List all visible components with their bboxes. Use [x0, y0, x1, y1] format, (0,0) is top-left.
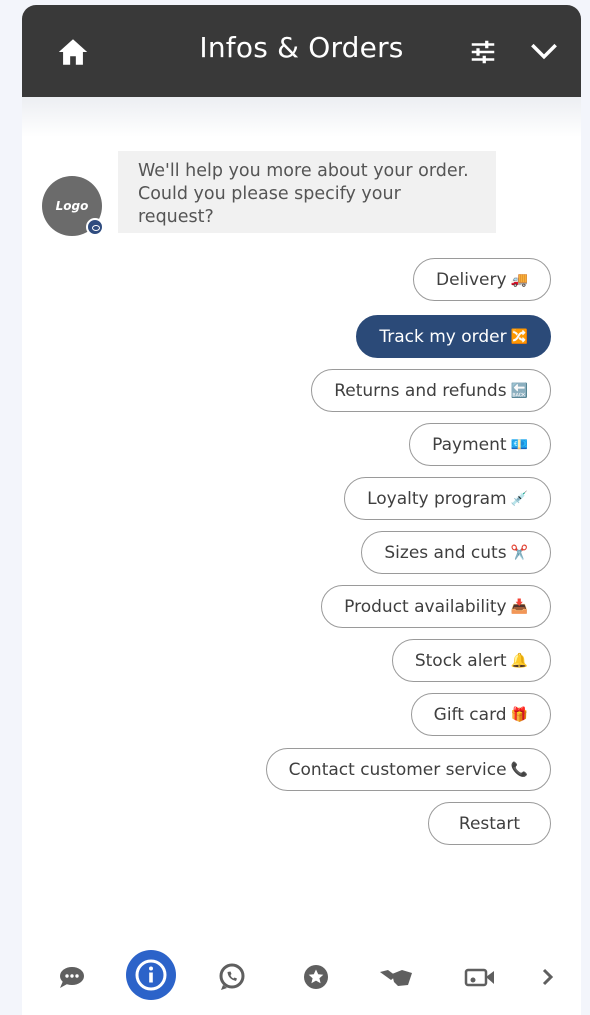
bell-icon: 🔔 — [510, 652, 528, 669]
chevron-down-icon[interactable] — [530, 41, 558, 61]
truck-icon: 🚚 — [510, 271, 528, 288]
gift-icon: 🎁 — [510, 706, 528, 723]
tab-chat[interactable] — [50, 955, 94, 999]
header-bar: Infos & Orders — [22, 5, 581, 97]
tab-favorites[interactable] — [294, 955, 338, 999]
chevron-right-icon — [542, 968, 554, 986]
bottom-tab-bar — [22, 950, 581, 1015]
chat-icon — [60, 967, 84, 988]
syringe-icon: 💉 — [510, 490, 528, 507]
chat-panel: Infos & Orders Logo We'll help you more … — [22, 5, 581, 1015]
option-contact-customer-service[interactable]: Contact customer service 📞 — [265, 748, 551, 791]
handshake-icon — [380, 970, 412, 986]
avatar-label: Logo — [55, 199, 89, 213]
option-payment[interactable]: Payment 💶 — [409, 423, 551, 466]
chat-status-icon — [86, 218, 104, 236]
option-delivery[interactable]: Delivery 🚚 — [412, 258, 551, 301]
scissors-icon: ✂️ — [510, 544, 528, 561]
star-icon — [304, 965, 328, 989]
tab-more[interactable] — [526, 955, 570, 999]
tab-whatsapp[interactable] — [210, 955, 254, 999]
option-sizes-cuts[interactable]: Sizes and cuts ✂️ — [361, 531, 551, 574]
sliders-icon[interactable] — [467, 37, 499, 67]
back-arrow-icon: 🔙 — [510, 382, 528, 399]
option-track-order[interactable]: Track my order 🔀 — [356, 315, 551, 358]
shuffle-icon: 🔀 — [510, 328, 528, 345]
option-stock-alert[interactable]: Stock alert 🔔 — [391, 639, 551, 682]
restart-button[interactable]: Restart — [427, 802, 551, 845]
tab-info[interactable] — [126, 950, 176, 1000]
tab-partners[interactable] — [374, 955, 418, 999]
whatsapp-icon — [219, 963, 245, 990]
inbox-icon: 📥 — [510, 598, 528, 615]
money-icon: 💶 — [510, 436, 528, 453]
bot-avatar: Logo — [42, 176, 104, 236]
option-product-availability[interactable]: Product availability 📥 — [321, 585, 551, 628]
option-gift-card[interactable]: Gift card 🎁 — [410, 693, 551, 736]
tab-video-call[interactable] — [458, 955, 502, 999]
header-shadow — [22, 97, 581, 137]
bot-message: We'll help you more about your order. Co… — [118, 151, 496, 233]
info-icon — [135, 959, 167, 991]
video-call-icon — [464, 968, 494, 987]
option-returns-refunds[interactable]: Returns and refunds 🔙 — [311, 369, 551, 412]
phone-icon: 📞 — [510, 761, 528, 778]
option-loyalty-program[interactable]: Loyalty program 💉 — [344, 477, 551, 520]
